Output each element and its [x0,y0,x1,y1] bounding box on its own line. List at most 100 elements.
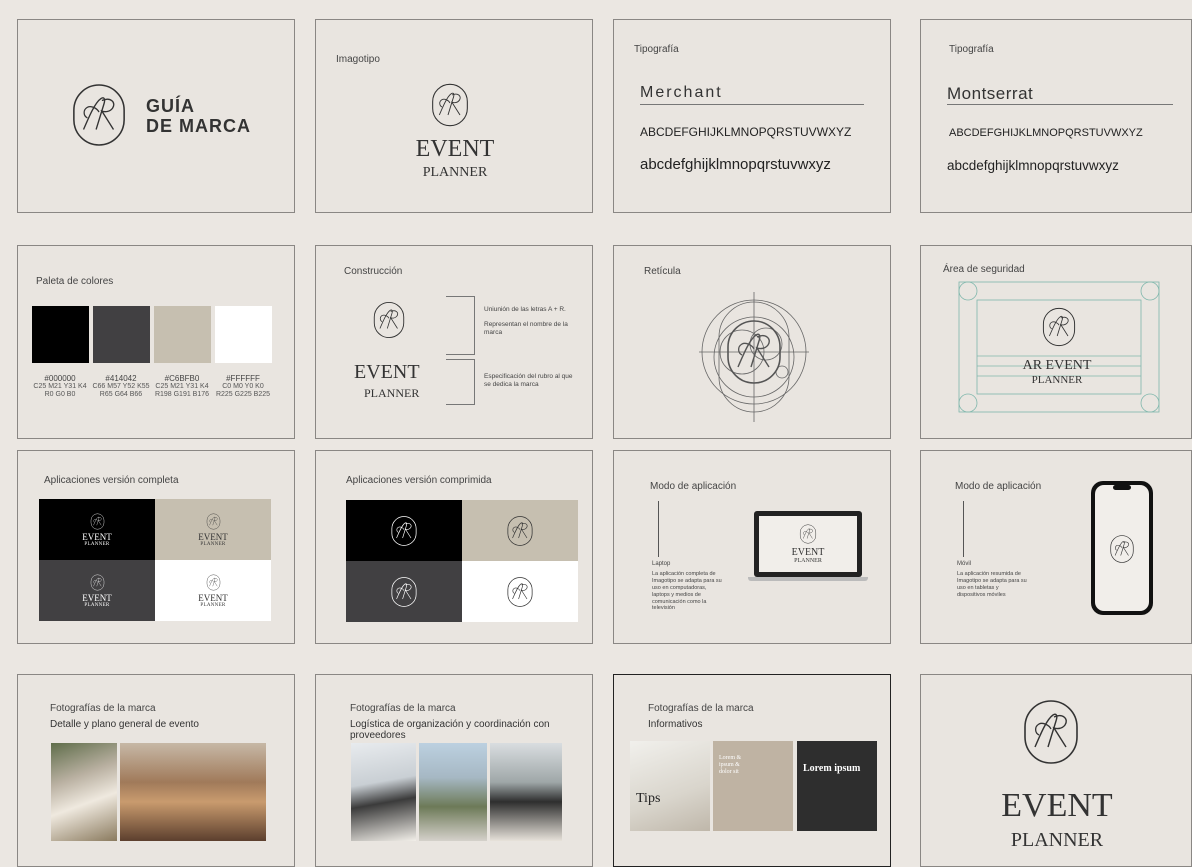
slide-construction: Construcción EVENT PLANNER Uniunión de l… [315,245,593,439]
divider [963,501,964,557]
logo-planner-text: PLANNER [1010,829,1104,851]
photo-lorem-dark: Lorem ipsum [797,741,877,831]
ar-monogram-icon [90,512,105,531]
tips-text: Tips [636,791,661,806]
color-cmyk: C66 M57 Y52 K55 [92,383,150,391]
slide-title: Tipografía [634,44,679,55]
ar-monogram-icon [70,78,128,152]
ar-monogram-icon [506,574,534,610]
photo-staff [351,743,416,841]
cover-title-line2: DE MARCA [146,116,251,136]
divider [658,501,659,557]
note-industry: Especificación del rubro al que se dedic… [484,373,573,389]
logo-event-text: EVENT [82,532,112,542]
slide-subtitle: Detalle y plano general de evento [50,719,199,730]
color-rgb: R65 G64 B66 [99,391,143,399]
slide-title: Aplicaciones versión completa [44,475,179,486]
note-letters: Uniunión de las letras A + R. [484,306,566,313]
divider [947,104,1173,105]
logo-planner-text: PLANNER [200,542,226,547]
logo-tile-compressed [462,500,578,561]
ar-monogram-icon [799,523,817,545]
photo-setup [490,743,562,841]
color-rgb: R0 G0 B0 [44,391,76,399]
logo-planner-text: PLANNER [422,165,488,180]
logo-tile-full: EVENT PLANNER [39,560,155,621]
bracket-bottom [446,359,475,405]
lorem-small-text: Lorem & ipsum & dolor sit [719,755,742,776]
slide-app-compressed: Aplicaciones versión comprimida [315,450,593,644]
color-hex: #414042 [105,374,137,383]
photo-event-hall [120,743,266,841]
font-name: Montserrat [947,84,1034,103]
slide-grid: Retícula [613,245,891,439]
slide-final-logo: EVENT PLANNER [920,674,1192,867]
color-swatch [215,306,272,363]
ar-monogram-icon [506,513,534,549]
logo-tile-compressed [462,561,578,622]
slide-title: Fotografías de la marca [648,703,754,714]
slide-mode-mobile: Modo de aplicación Móvil La aplicación r… [920,450,1192,644]
slide-photos-info: Fotografías de la marca Informativos Tip… [613,674,891,867]
slide-typography-merchant: Tipografía Merchant ABCDEFGHIJKLMNOPQRST… [613,19,891,213]
color-label: #000000 C25 M21 Y31 K4 R0 G0 B0 [25,374,95,399]
ar-monogram-icon [372,298,406,342]
safety-area-drawing [958,281,1160,413]
slide-title: Retícula [644,266,681,277]
uppercase-sample: ABCDEFGHIJKLMNOPQRSTUVWXYZ [640,125,852,139]
slide-title: Fotografías de la marca [50,703,156,714]
ar-monogram-icon [390,513,418,549]
slide-photos-logistics: Fotografías de la marca Logística de org… [315,674,593,867]
slide-title: Paleta de colores [36,276,114,287]
ar-monogram-icon [430,80,470,130]
ar-monogram-icon [390,574,418,610]
slide-title: Modo de aplicación [955,481,1042,492]
slide-cover: GUÍA DE MARCA [17,19,295,213]
logo-planner-text: PLANNER [364,386,420,400]
logo-event-text: EVENT [791,547,825,558]
safety-line1: AR EVENT [1022,358,1092,373]
cover-title-line1: GUÍA [146,96,195,116]
color-label: #C6BFB0 C25 M21 Y31 K4 R198 G191 B176 [147,374,217,399]
logo-tile-compressed [346,561,462,622]
slide-app-full: Aplicaciones versión completa EVENT PLANN… [17,450,295,644]
slide-title: Fotografías de la marca [350,703,456,714]
photo-tips: Tips [630,741,710,831]
logo-tile-full: EVENT PLANNER [39,499,155,560]
slide-title: Tipografía [949,44,994,55]
slide-subtitle: Informativos [648,719,703,730]
color-rgb: R225 G225 B225 [215,391,271,399]
logo-planner-text: PLANNER [84,603,110,608]
logo-planner-text: PLANNER [200,603,226,608]
color-rgb: R198 G191 B176 [154,391,210,399]
color-hex: #000000 [44,374,76,383]
logo-event-text: EVENT [198,532,228,542]
logo-planner-text: PLANNER [84,542,110,547]
slide-title: Modo de aplicación [650,481,737,492]
laptop-icon: EVENT PLANNER [748,511,868,581]
logo-tile-full: EVENT PLANNER [155,560,271,621]
logo-planner-text: PLANNER [794,558,822,564]
color-swatch [93,306,150,363]
photo-garden [419,743,487,841]
mode-label: Móvil [957,561,972,567]
color-hex: #FFFFFF [226,374,260,383]
mode-label: Laptop [652,561,671,567]
logo-event-text: EVENT [354,361,420,383]
note-name: Representan el nombre de la marca [484,321,568,337]
slide-typography-montserrat: Tipografía Montserrat ABCDEFGHIJKLMNOPQR… [920,19,1192,213]
color-swatch [154,306,211,363]
phone-icon [1091,481,1153,615]
photo-lorem-beige: Lorem & ipsum & dolor sit [713,741,793,831]
logo-event-text: EVENT [1001,787,1113,824]
ar-monogram-icon [90,573,105,592]
slide-subtitle: Logística de organización y coordinación… [350,719,550,741]
ar-monogram-icon [1109,533,1135,565]
photo-table-detail [51,743,117,841]
font-name: Merchant [640,84,723,101]
color-cmyk: C0 M0 Y0 K0 [222,383,264,391]
safety-line2: PLANNER [1031,374,1083,386]
lowercase-sample: abcdefghijklmnopqrstuvwxyz [947,158,1119,173]
color-hex: #C6BFB0 [164,374,200,383]
slide-title: Imagotipo [336,54,380,65]
